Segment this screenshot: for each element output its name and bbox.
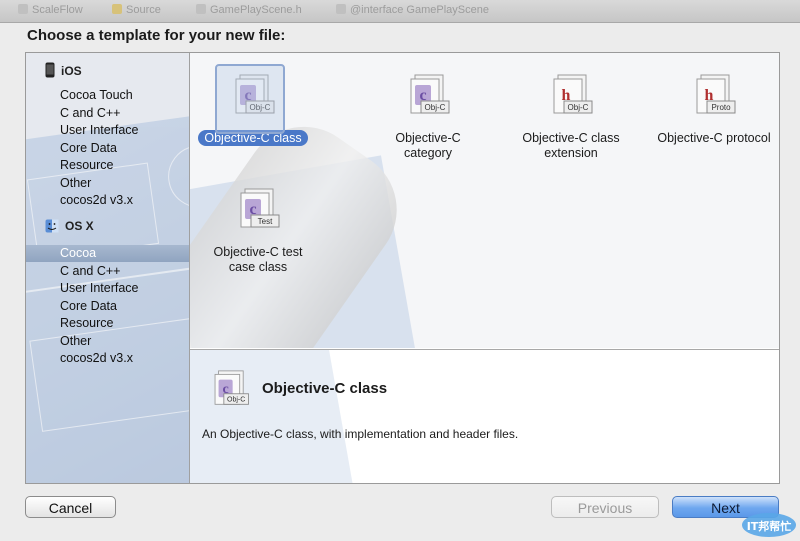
cancel-button[interactable]: Cancel bbox=[25, 496, 116, 518]
svg-text:Obj-C: Obj-C bbox=[568, 103, 589, 112]
objc-test-file-icon: c Test bbox=[240, 188, 280, 228]
sidebar-item-resource-ios[interactable]: Resource bbox=[26, 157, 189, 174]
svg-text:Test: Test bbox=[258, 217, 273, 226]
objc-class-file-icon: c Obj-C bbox=[214, 370, 249, 405]
template-objc-test-case[interactable]: c Test Objective-C test case class bbox=[193, 187, 323, 275]
sidebar-item-user-interface-osx[interactable]: User Interface bbox=[26, 280, 189, 297]
svg-text:IT邦帮忙: IT邦帮忙 bbox=[747, 519, 792, 533]
sidebar-item-resource-osx[interactable]: Resource bbox=[26, 315, 189, 332]
iphone-icon bbox=[45, 62, 55, 78]
sidebar-item-cocoa-touch[interactable]: Cocoa Touch bbox=[26, 87, 189, 104]
sidebar-item-cocos2d-ios[interactable]: cocos2d v3.x bbox=[26, 192, 189, 209]
sidebar-item-user-interface-ios[interactable]: User Interface bbox=[26, 122, 189, 139]
template-objc-class[interactable]: c Obj-C Objective-C class bbox=[190, 64, 318, 146]
template-label: Objective-C test case class bbox=[213, 245, 303, 274]
bg-tab: ScaleFlow bbox=[18, 4, 83, 16]
finder-icon bbox=[45, 219, 59, 233]
background-editor-tabs: ScaleFlow Source GamePlayScene.h @interf… bbox=[0, 0, 800, 23]
bg-tab: @interface GamePlayScene bbox=[336, 4, 489, 16]
sidebar-item-other-ios[interactable]: Other bbox=[26, 175, 189, 192]
header-file-icon bbox=[196, 4, 206, 14]
interface-icon bbox=[336, 4, 346, 14]
detail-title: Objective-C class bbox=[262, 380, 388, 397]
objc-category-file-icon: c Obj-C bbox=[410, 74, 450, 114]
template-description-panel: c Obj-C Objective-C class An Objective-C… bbox=[190, 349, 779, 483]
template-objc-protocol[interactable]: h Proto Objective-C protocol bbox=[649, 73, 779, 146]
template-objc-category[interactable]: c Obj-C Objective-C category bbox=[363, 73, 493, 161]
template-label: Objective-C protocol bbox=[657, 131, 771, 145]
template-grid: c Obj-C Objective-C class c Obj-C Object… bbox=[190, 53, 779, 348]
section-ios: iOS bbox=[45, 62, 82, 78]
folder-icon bbox=[112, 4, 122, 14]
sidebar-item-c-cpp-ios[interactable]: C and C++ bbox=[26, 105, 189, 122]
sidebar-item-cocoa[interactable]: Cocoa bbox=[26, 245, 189, 262]
objc-extension-file-icon: h Obj-C bbox=[553, 74, 593, 114]
file-icon bbox=[18, 4, 28, 14]
template-category-sidebar: iOS Cocoa Touch C and C++ User Interface… bbox=[26, 53, 190, 483]
dialog-heading: Choose a template for your new file: bbox=[27, 27, 286, 44]
bg-tab: Source bbox=[112, 4, 161, 16]
sidebar-item-core-data-ios[interactable]: Core Data bbox=[26, 140, 189, 157]
sidebar-item-c-cpp-osx[interactable]: C and C++ bbox=[26, 263, 189, 280]
sidebar-item-other-osx[interactable]: Other bbox=[26, 333, 189, 350]
ithome-watermark-logo: IT邦帮忙 bbox=[742, 513, 796, 537]
svg-text:Proto: Proto bbox=[711, 103, 731, 112]
template-objc-class-extension[interactable]: h Obj-C Objective-C class extension bbox=[506, 73, 636, 161]
sidebar-item-core-data-osx[interactable]: Core Data bbox=[26, 298, 189, 315]
template-label: Objective-C class extension bbox=[522, 131, 620, 160]
objc-protocol-file-icon: h Proto bbox=[696, 74, 736, 114]
bg-tab: GamePlayScene.h bbox=[196, 4, 302, 16]
detail-description: An Objective-C class, with implementatio… bbox=[202, 427, 519, 441]
svg-text:Obj-C: Obj-C bbox=[425, 103, 446, 112]
template-label: Objective-C category bbox=[395, 131, 461, 160]
template-chooser: iOS Cocoa Touch C and C++ User Interface… bbox=[25, 52, 780, 484]
previous-button[interactable]: Previous bbox=[551, 496, 659, 518]
svg-text:Obj-C: Obj-C bbox=[227, 397, 245, 404]
section-osx: OS X bbox=[45, 219, 94, 233]
sidebar-item-cocos2d-osx[interactable]: cocos2d v3.x bbox=[26, 350, 189, 367]
